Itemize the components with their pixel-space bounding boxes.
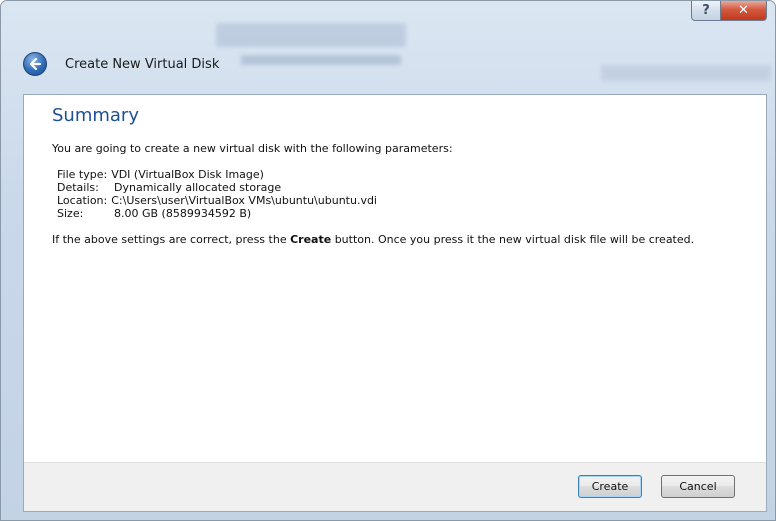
param-label: File type: [57, 168, 108, 181]
wizard-header: Create New Virtual Disk [23, 49, 219, 79]
param-value: VDI (VirtualBox Disk Image) [111, 168, 264, 181]
button-bar: Create Cancel [24, 462, 766, 511]
intro-text: You are going to create a new virtual di… [52, 142, 453, 155]
outro-text: If the above settings are correct, press… [52, 233, 291, 246]
param-value: 8.00 GB (8589934592 B) [114, 207, 252, 220]
param-row-size: Size: 8.00 GB (8589934592 B) [52, 207, 746, 220]
create-emphasis: Create [290, 233, 332, 246]
param-row-location: Location: C:\Users\user\VirtualBox VMs\u… [52, 194, 746, 207]
close-button[interactable]: ✕ [721, 1, 767, 21]
param-value: C:\Users\user\VirtualBox VMs\ubuntu\ubun… [111, 194, 377, 207]
summary-content: Summary You are going to create a new vi… [52, 105, 746, 246]
page-title: Summary [52, 105, 139, 126]
param-label: Details: [57, 181, 99, 194]
wizard-page: Summary You are going to create a new vi… [23, 94, 767, 512]
wizard-title: Create New Virtual Disk [65, 56, 220, 72]
background-window-blur [216, 23, 406, 47]
back-button[interactable] [23, 52, 47, 76]
cancel-button[interactable]: Cancel [661, 475, 735, 498]
outro-text: button. Once you press it the new virtua… [331, 233, 695, 246]
confirmation-text: If the above settings are correct, press… [52, 233, 746, 246]
parameter-list: File type: VDI (VirtualBox Disk Image) D… [52, 168, 746, 220]
param-row-file-type: File type: VDI (VirtualBox Disk Image) [52, 168, 746, 181]
background-window-blur [241, 55, 401, 65]
param-value: Dynamically allocated storage [114, 181, 282, 194]
param-label: Size: [57, 207, 84, 220]
create-button[interactable]: Create [578, 475, 642, 498]
param-row-details: Details: Dynamically allocated storage [52, 181, 746, 194]
param-label: Location: [57, 194, 108, 207]
background-window-blur [601, 65, 771, 81]
help-button[interactable]: ? [691, 1, 721, 21]
dialog-window: ? ✕ Create New Virtual Disk Summary You … [0, 0, 776, 521]
back-arrow-icon [29, 57, 42, 71]
title-bar-buttons: ? ✕ [691, 1, 767, 23]
